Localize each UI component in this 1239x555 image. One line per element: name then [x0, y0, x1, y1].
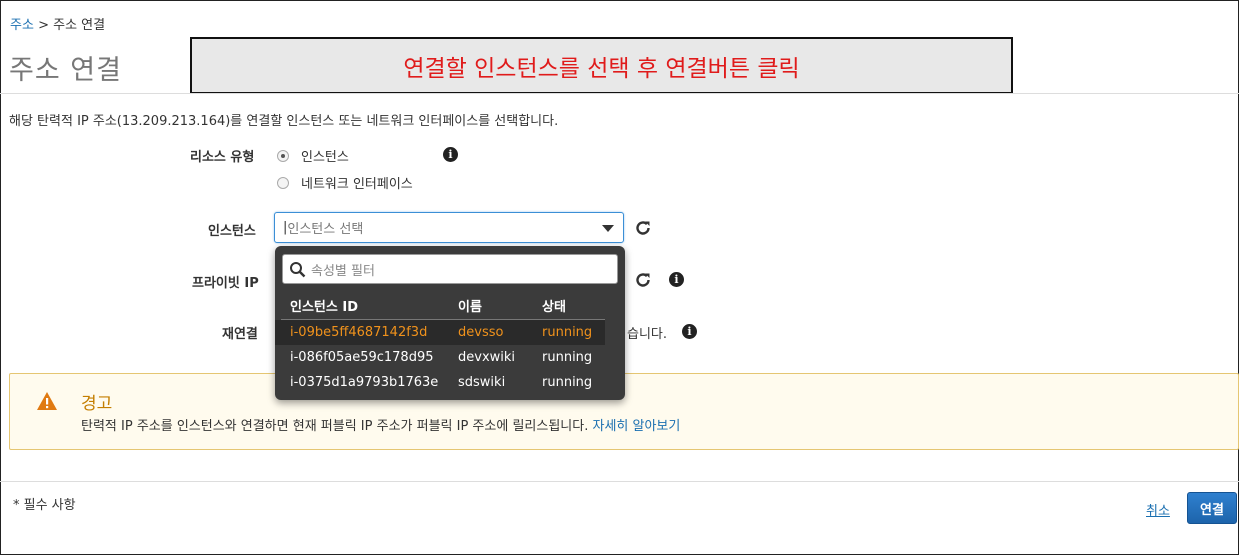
- instance-select-placeholder: 인스턴스 선택: [287, 222, 364, 237]
- radio-instance-label: 인스턴스: [301, 150, 349, 165]
- instance-option-state: running: [542, 375, 593, 390]
- reassociation-label: 재연결: [222, 327, 258, 342]
- instance-option-name: devxwiki: [458, 350, 516, 365]
- instruction-annotation-text: 연결할 인스턴스를 선택 후 연결버튼 클릭: [403, 55, 800, 82]
- warning-body: 탄력적 IP 주소를 인스턴스와 연결하면 현재 퍼블릭 IP 주소가 퍼블릭 …: [81, 415, 680, 434]
- column-header-name: 이름: [458, 300, 482, 315]
- instance-option-name: devsso: [458, 325, 504, 340]
- radio-network-interface-label: 네트워크 인터페이스: [301, 177, 413, 192]
- chevron-down-icon[interactable]: [602, 225, 614, 232]
- column-header-instance-id: 인스턴스 ID: [290, 300, 358, 315]
- instance-option-id: i-086f05ae59c178d95: [290, 350, 434, 365]
- instance-option-id: i-0375d1a9793b1763e: [290, 375, 439, 390]
- instance-option-name: sdswiki: [458, 375, 506, 390]
- footer-divider: [0, 481, 1239, 482]
- instance-label: 인스턴스: [208, 224, 256, 239]
- reassociation-text-tail: 습니다.: [627, 327, 668, 342]
- search-icon: [290, 262, 306, 278]
- private-ip-label: 프라이빗 IP: [192, 276, 259, 291]
- breadcrumb-separator: >: [38, 18, 49, 33]
- instance-select[interactable]: | 인스턴스 선택: [274, 212, 624, 243]
- warning-title: 경고: [81, 394, 113, 414]
- instance-option-state: running: [542, 350, 593, 365]
- instance-option-row[interactable]: i-09be5ff4687142f3d devsso running: [275, 320, 605, 345]
- warning-body-text: 탄력적 IP 주소를 인스턴스와 연결하면 현재 퍼블릭 IP 주소가 퍼블릭 …: [81, 419, 589, 434]
- title-divider: [0, 93, 1239, 94]
- instance-option-id: i-09be5ff4687142f3d: [290, 325, 428, 340]
- breadcrumb-current: 주소 연결: [53, 18, 106, 33]
- page-title: 주소 연결: [9, 55, 122, 86]
- private-ip-refresh-icon[interactable]: [634, 271, 652, 289]
- instance-option-state: running: [542, 325, 593, 340]
- filter-input[interactable]: 속성별 필터: [282, 254, 618, 284]
- radio-network-interface-control[interactable]: [277, 176, 289, 189]
- radio-network-interface[interactable]: 네트워크 인터페이스: [277, 173, 413, 192]
- info-icon[interactable]: i: [443, 147, 458, 162]
- radio-instance[interactable]: 인스턴스: [277, 146, 349, 165]
- page-description: 해당 탄력적 IP 주소(13.209.213.164)를 연결할 인스턴스 또…: [9, 114, 559, 129]
- instance-option-row[interactable]: i-0375d1a9793b1763e sdswiki running: [275, 370, 605, 395]
- private-ip-info-icon[interactable]: i: [669, 272, 684, 287]
- warning-icon: [37, 392, 57, 410]
- instruction-annotation: 연결할 인스턴스를 선택 후 연결버튼 클릭: [190, 37, 1013, 94]
- reassociation-info-icon[interactable]: i: [682, 324, 697, 339]
- instance-option-row[interactable]: i-086f05ae59c178d95 devxwiki running: [275, 345, 605, 370]
- column-header-state: 상태: [542, 300, 566, 315]
- refresh-icon[interactable]: [634, 219, 652, 237]
- cancel-button[interactable]: 취소: [1146, 500, 1170, 519]
- instance-dropdown: 속성별 필터 인스턴스 ID 이름 상태 i-09be5ff4687142f3d…: [275, 246, 625, 400]
- learn-more-link[interactable]: 자세히 알아보기: [592, 419, 680, 434]
- required-note: * 필수 사항: [13, 498, 76, 513]
- connect-button[interactable]: 연결: [1187, 492, 1237, 524]
- radio-instance-control[interactable]: [277, 149, 289, 162]
- resource-type-label: 리소스 유형: [190, 150, 255, 165]
- breadcrumb: 주소 > 주소 연결: [10, 14, 105, 33]
- breadcrumb-parent-link[interactable]: 주소: [10, 18, 34, 33]
- filter-input-placeholder: 속성별 필터: [311, 263, 375, 279]
